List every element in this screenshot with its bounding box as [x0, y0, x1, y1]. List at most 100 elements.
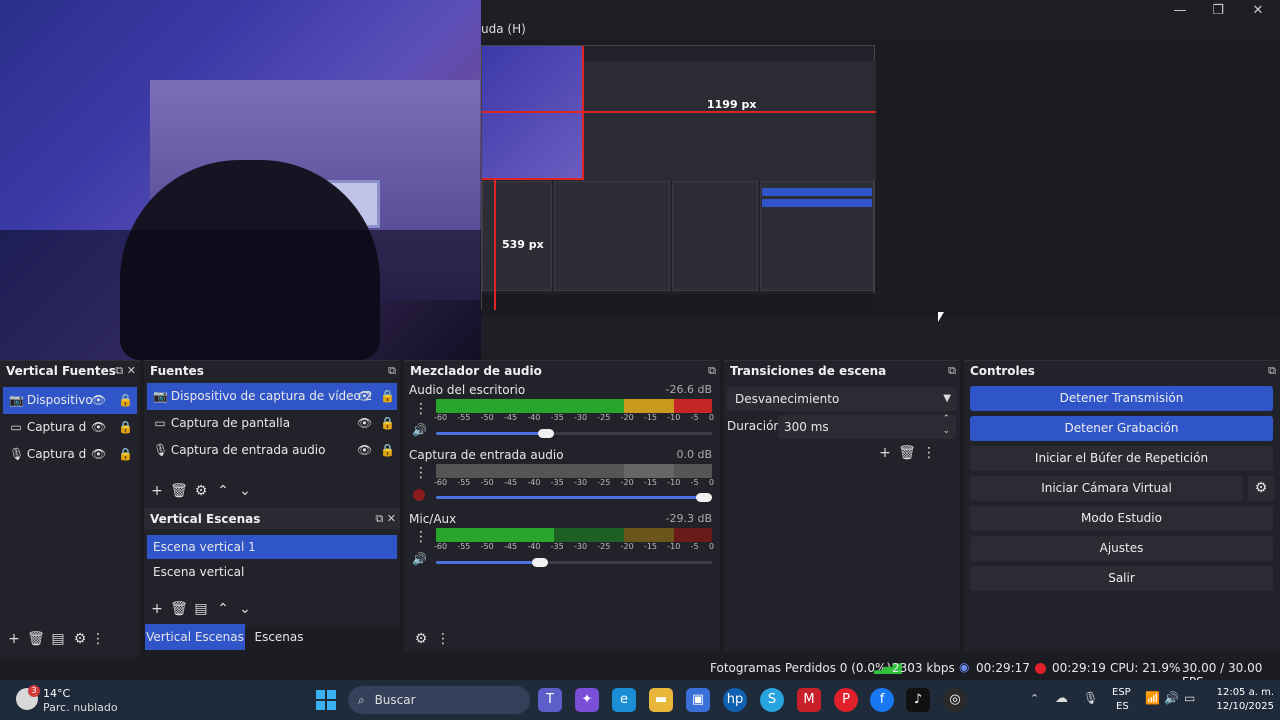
virtual-camera-button[interactable]: Iniciar Cámara Virtual: [970, 476, 1243, 501]
trash-icon[interactable]: 🗑: [168, 481, 190, 501]
spin-arrows-icon[interactable]: ⌃ ⌄: [942, 413, 950, 437]
tab-vertical-scenes[interactable]: Vertical Escenas: [145, 624, 245, 650]
advanced-audio-icon[interactable]: ⚙: [410, 629, 432, 649]
virtual-camera-settings-gear-icon[interactable]: ⚙: [1248, 476, 1274, 501]
filter-icon[interactable]: ▤: [47, 629, 69, 649]
lock-icon[interactable]: 🔒: [118, 387, 133, 414]
studio-mode-button[interactable]: Modo Estudio: [970, 506, 1273, 531]
scene-item[interactable]: Escena vertical: [147, 560, 397, 584]
lock-icon[interactable]: 🔒: [380, 437, 395, 464]
move-up-icon[interactable]: ⌃: [212, 481, 234, 501]
microphone-icon[interactable]: 🎙: [1083, 691, 1098, 705]
hp-icon[interactable]: hp: [723, 688, 747, 712]
preview-canvas[interactable]: 1199 px 539 px: [481, 45, 876, 310]
lock-icon[interactable]: 🔒: [118, 414, 133, 441]
dock-float-icon[interactable]: ⧉: [708, 364, 716, 378]
lock-icon[interactable]: 🔒: [118, 441, 133, 468]
speaker-icon[interactable]: 🔊: [412, 423, 427, 437]
add-icon[interactable]: +: [874, 443, 896, 463]
transitions-dock: Transiciones de escena ⧉ Desvanecimiento…: [724, 360, 960, 652]
volume-slider-handle[interactable]: [696, 493, 712, 502]
volume-slider-handle[interactable]: [538, 429, 554, 438]
language-code[interactable]: ESP: [1112, 687, 1131, 698]
windows-start-icon[interactable]: [316, 690, 336, 710]
replay-buffer-button[interactable]: Iniciar el Búfer de Repetición: [970, 446, 1273, 471]
onedrive-icon[interactable]: ☁: [1055, 691, 1068, 706]
lock-icon[interactable]: 🔒: [380, 410, 395, 437]
taskbar-search[interactable]: ⌕ Buscar: [348, 686, 530, 714]
vertical-source-item[interactable]: 🎙 Captura d 👁 🔒: [3, 441, 137, 468]
mcafee-icon[interactable]: M: [797, 688, 821, 712]
trash-icon[interactable]: 🗑: [896, 443, 918, 463]
battery-icon[interactable]: ▭: [1184, 691, 1195, 705]
add-icon[interactable]: +: [146, 481, 168, 501]
gear-icon[interactable]: ⚙: [69, 629, 91, 649]
gear-icon[interactable]: ⚙: [190, 481, 212, 501]
trash-icon[interactable]: 🗑: [25, 629, 47, 649]
chevron-up-icon[interactable]: ⌃: [1030, 692, 1039, 705]
item-label: Captura d: [26, 420, 87, 434]
filter-icon[interactable]: ▤: [190, 599, 212, 619]
transition-select[interactable]: Desvanecimiento ▼: [727, 387, 957, 411]
speaker-icon[interactable]: 🔊: [412, 552, 427, 566]
menu-help[interactable]: uda (H): [481, 22, 526, 36]
store-icon[interactable]: ▣: [686, 688, 710, 712]
tiktok-icon[interactable]: ♪: [906, 688, 930, 712]
edge-icon[interactable]: e: [612, 688, 636, 712]
move-down-icon[interactable]: ⌄: [234, 599, 256, 619]
muted-speaker-icon[interactable]: [413, 489, 425, 501]
eye-icon[interactable]: 👁: [357, 383, 372, 410]
stop-recording-button[interactable]: Detener Grabación: [970, 416, 1273, 441]
add-icon[interactable]: +: [3, 629, 25, 649]
more-icon[interactable]: ⋮: [414, 529, 428, 545]
lock-icon[interactable]: 🔒: [380, 383, 395, 410]
duration-spinbox[interactable]: 300 ms ⌃ ⌄: [778, 413, 956, 439]
keyboard-layout[interactable]: ES: [1116, 701, 1129, 712]
volume-icon[interactable]: 🔊: [1164, 691, 1179, 705]
scene-item[interactable]: Escena vertical 1: [147, 535, 397, 559]
volume-slider-handle[interactable]: [532, 558, 548, 567]
stop-streaming-button[interactable]: Detener Transmisión: [970, 386, 1273, 411]
vertical-source-item[interactable]: ▭ Captura d 👁 🔒: [3, 414, 137, 441]
eye-icon[interactable]: 👁: [357, 410, 372, 437]
wifi-icon[interactable]: 📶: [1145, 691, 1160, 705]
eye-icon[interactable]: 👁: [91, 441, 106, 468]
teams-icon[interactable]: T: [538, 688, 562, 712]
source-item[interactable]: 🎙 Captura de entrada audio 👁 🔒: [147, 437, 397, 464]
minimize-button[interactable]: —: [1162, 2, 1198, 20]
move-up-icon[interactable]: ⌃: [212, 599, 234, 619]
copilot-icon[interactable]: ✦: [575, 688, 599, 712]
more-icon[interactable]: ⋮: [414, 465, 428, 481]
source-item[interactable]: ▭ Captura de pantalla 👁 🔒: [147, 410, 397, 437]
clock-time[interactable]: 12:05 a. m.: [1208, 687, 1274, 698]
dock-float-icon[interactable]: ⧉: [1268, 364, 1276, 378]
trash-icon[interactable]: 🗑: [168, 599, 190, 619]
eye-icon[interactable]: 👁: [357, 437, 372, 464]
dock-float-close-icon[interactable]: ⧉ ✕: [115, 364, 136, 378]
more-icon[interactable]: ⋮: [918, 443, 940, 463]
clock-date[interactable]: 12/10/2025: [1208, 701, 1274, 712]
dock-float-icon[interactable]: ⧉: [948, 364, 956, 378]
move-down-icon[interactable]: ⌄: [234, 481, 256, 501]
vertical-source-item[interactable]: 📷 Dispositivo 👁 🔒: [3, 387, 137, 414]
more-icon[interactable]: ⋮: [91, 629, 105, 649]
source-item[interactable]: 📷 Dispositivo de captura de vídeo 2 👁 🔒: [147, 383, 397, 410]
more-icon[interactable]: ⋮: [414, 401, 428, 417]
eye-icon[interactable]: 👁: [91, 387, 106, 414]
maximize-button[interactable]: ❐: [1200, 2, 1236, 20]
add-icon[interactable]: +: [146, 599, 168, 619]
facebook-icon[interactable]: f: [870, 688, 894, 712]
exit-button[interactable]: Salir: [970, 566, 1273, 591]
tab-scenes[interactable]: Escenas: [248, 624, 310, 650]
dock-float-icon[interactable]: ⧉: [388, 364, 396, 378]
dock-float-close-icon[interactable]: ⧉ ✕: [375, 512, 396, 526]
more-icon[interactable]: ⋮: [432, 629, 454, 649]
eye-icon[interactable]: 👁: [91, 414, 106, 441]
skype-icon[interactable]: S: [760, 688, 784, 712]
close-button[interactable]: ✕: [1240, 2, 1276, 20]
obs-icon[interactable]: ◎: [943, 688, 967, 712]
settings-button[interactable]: Ajustes: [970, 536, 1273, 561]
file-explorer-icon[interactable]: ▬: [649, 688, 673, 712]
pinterest-icon[interactable]: P: [834, 688, 858, 712]
webcam-feed[interactable]: [0, 0, 481, 360]
